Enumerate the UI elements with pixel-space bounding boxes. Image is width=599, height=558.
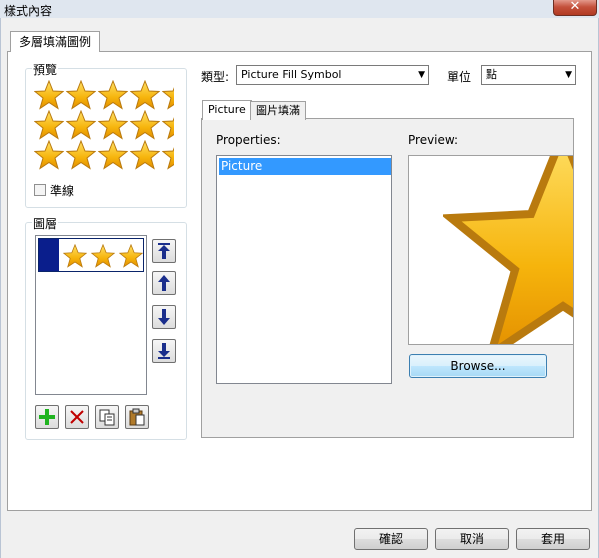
- layer-star-thumbnail: [63, 244, 143, 268]
- preview-group-label: 預覽: [32, 61, 59, 78]
- move-up-button[interactable]: [152, 271, 176, 295]
- type-select-value: Picture Fill Symbol: [241, 68, 342, 81]
- star-pattern-preview: [34, 80, 174, 169]
- unit-select-value: 點: [486, 68, 497, 81]
- window-title: 樣式內容: [4, 4, 53, 18]
- properties-item-picture[interactable]: Picture: [219, 158, 391, 175]
- cancel-button[interactable]: 取消: [435, 528, 509, 550]
- unit-select[interactable]: 點 ▼: [481, 65, 576, 85]
- properties-label: Properties:: [216, 133, 281, 147]
- unit-label: 單位: [447, 70, 472, 84]
- copy-icon: [99, 409, 115, 426]
- add-icon: [39, 409, 55, 425]
- tab-multi-layer-fill[interactable]: 多層填滿圖例: [10, 31, 101, 52]
- move-down-icon: [158, 309, 170, 325]
- star-picture-preview: [443, 155, 574, 345]
- guides-label: 準線: [50, 184, 75, 198]
- ok-button[interactable]: 確認: [354, 528, 428, 550]
- move-bottom-button[interactable]: [152, 339, 176, 363]
- tab-picture-fill[interactable]: 圖片填滿: [250, 101, 306, 120]
- guides-checkbox[interactable]: [34, 184, 46, 196]
- browse-button[interactable]: Browse...: [409, 354, 547, 378]
- move-top-button[interactable]: [152, 239, 176, 263]
- move-to-top-icon: [158, 243, 170, 259]
- chevron-down-icon: ▼: [565, 70, 572, 80]
- paste-icon: [129, 408, 145, 426]
- close-icon: ✕: [569, 0, 581, 14]
- add-layer-button[interactable]: [35, 405, 59, 429]
- title-bar: 樣式內容 ✕: [0, 0, 599, 18]
- close-button[interactable]: ✕: [553, 0, 597, 16]
- chevron-down-icon: ▼: [418, 70, 425, 80]
- properties-list[interactable]: Picture: [216, 155, 392, 384]
- symbol-preview: [34, 80, 174, 170]
- delete-icon: [70, 410, 84, 424]
- paste-layer-button[interactable]: [125, 405, 149, 429]
- tab-picture[interactable]: Picture: [202, 100, 252, 120]
- move-down-button[interactable]: [152, 305, 176, 329]
- picture-preview-box: [408, 155, 574, 345]
- type-label: 類型:: [201, 70, 230, 84]
- move-to-bottom-icon: [158, 343, 170, 359]
- type-select[interactable]: Picture Fill Symbol ▼: [236, 65, 429, 85]
- layer-selected-marker: [39, 239, 59, 271]
- layers-list[interactable]: [35, 235, 147, 395]
- preview-label: Preview:: [408, 133, 459, 147]
- move-up-icon: [158, 275, 170, 291]
- layers-group-label: 圖層: [32, 215, 59, 232]
- delete-layer-button[interactable]: [65, 405, 89, 429]
- layer-item[interactable]: [38, 238, 144, 272]
- copy-layer-button[interactable]: [95, 405, 119, 429]
- apply-button[interactable]: 套用: [516, 528, 590, 550]
